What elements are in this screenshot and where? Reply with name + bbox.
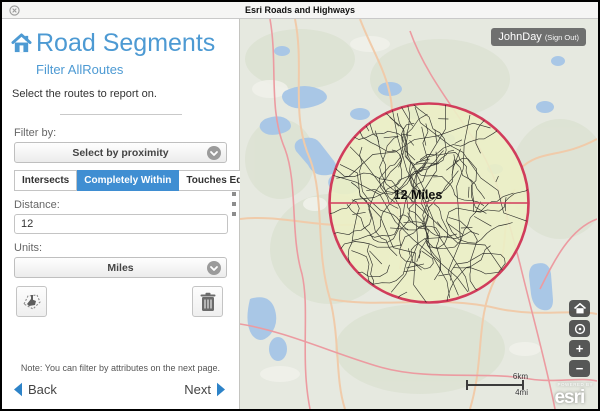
chevron-left-icon [12, 382, 23, 397]
note-text: Note: You can filter by attributes on th… [8, 363, 233, 373]
locate-button[interactable] [569, 320, 590, 337]
esri-logo: POWERED BY esri [554, 383, 593, 408]
username-label: JohnDay [498, 31, 541, 43]
scale-km-label: 6km [513, 372, 528, 381]
page-subtitle: Filter AllRoutes [36, 62, 239, 77]
chevron-down-icon [207, 146, 221, 160]
road-segments-icon [10, 33, 33, 54]
map-canvas[interactable]: 12 Miles JohnDay (Sign Out) [240, 19, 598, 409]
sign-out-label: (Sign Out) [545, 33, 579, 42]
filter-by-label: Filter by: [14, 127, 227, 139]
window-title: Esri Roads and Highways [2, 5, 598, 15]
completely-within-button[interactable]: Completely Within [77, 170, 179, 191]
zoom-in-button[interactable]: + [569, 340, 590, 357]
back-label: Back [28, 382, 57, 397]
basemap: 12 Miles [240, 19, 597, 409]
close-icon[interactable] [9, 5, 20, 16]
spatial-relation-group: Intersects Completely Within Touches Edg… [14, 170, 227, 191]
select-polygon-icon [21, 292, 42, 312]
sign-out-button[interactable]: JohnDay (Sign Out) [491, 28, 586, 46]
minus-icon: − [576, 362, 584, 375]
units-select[interactable]: Miles [14, 257, 227, 278]
wizard-footer: Back Next [2, 382, 239, 403]
home-extent-button[interactable] [569, 300, 590, 317]
chevron-right-icon [216, 382, 227, 397]
scale-bar: 6km 4mi [466, 375, 528, 399]
app-window: Esri Roads and Highways Road Segments Fi… [0, 0, 600, 411]
divider [60, 114, 182, 115]
filter-panel: Road Segments Filter AllRoutes Select th… [2, 19, 240, 409]
intersects-button[interactable]: Intersects [14, 170, 77, 191]
select-by-polygon-button[interactable] [16, 286, 47, 317]
titlebar: Esri Roads and Highways [2, 2, 598, 19]
next-button[interactable]: Next [184, 382, 227, 397]
esri-brand-label: esri [554, 387, 584, 408]
plus-icon: + [576, 342, 584, 355]
distance-input[interactable] [14, 214, 228, 234]
scale-mi-label: 4mi [515, 388, 528, 397]
proximity-select-value: Select by proximity [72, 147, 168, 159]
next-label: Next [184, 382, 211, 397]
clear-selection-button[interactable] [192, 286, 223, 317]
circle-radius-label: 12 Miles [394, 188, 443, 202]
selection-tools [16, 286, 223, 317]
zoom-out-button[interactable]: − [569, 360, 590, 377]
locate-icon [574, 323, 586, 335]
home-icon [574, 303, 586, 314]
trash-icon [199, 292, 217, 312]
back-button[interactable]: Back [12, 382, 57, 397]
page-title: Road Segments [36, 29, 215, 58]
units-label: Units: [14, 242, 227, 254]
distance-label: Distance: [14, 199, 227, 211]
proximity-select[interactable]: Select by proximity [14, 142, 227, 163]
panel-resize-handle[interactable] [232, 192, 236, 216]
chevron-down-icon [207, 261, 221, 275]
units-select-value: Miles [107, 262, 133, 274]
instruction-text: Select the routes to report on. [12, 88, 239, 100]
map-controls: + − [569, 300, 590, 377]
